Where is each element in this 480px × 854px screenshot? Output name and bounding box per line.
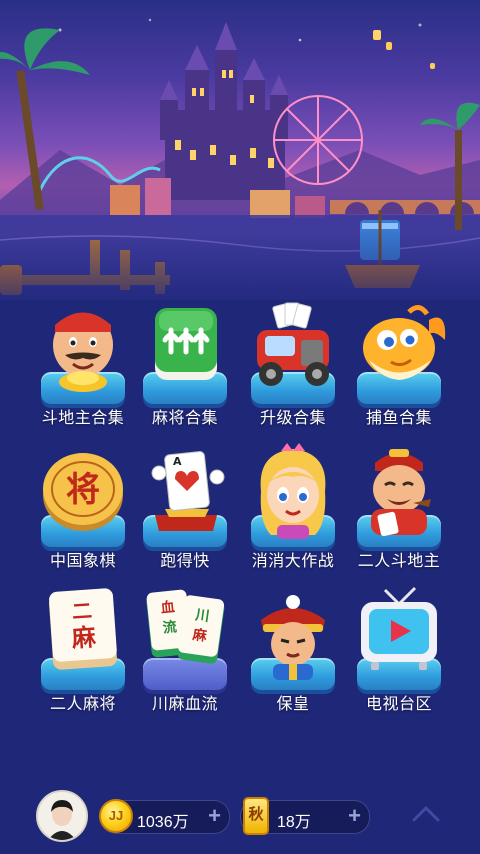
game-tile-tv-area[interactable]: 电视台区 [344, 586, 454, 716]
girl-match-icon [260, 443, 326, 539]
svg-text:川: 川 [193, 607, 210, 625]
svg-text:血: 血 [160, 598, 176, 616]
svg-text:流: 流 [162, 618, 178, 636]
jj-coin-icon: JJ [99, 799, 133, 833]
svg-text:将: 将 [66, 470, 100, 510]
emperor-guard-icon [261, 595, 325, 680]
chinese-chess-icon: 将 [43, 453, 123, 531]
game-label: 斗地主合集 [41, 410, 125, 427]
game-tile-two-player-mahjong[interactable]: 二 麻 二人麻将 [28, 586, 138, 716]
game-label: 跑得快 [160, 553, 210, 570]
game-label: 二人麻将 [49, 696, 116, 713]
game-label: 保皇 [276, 696, 310, 713]
game-tile-upgrade[interactable]: 升级合集 [238, 300, 348, 430]
two-player-landlord-icon [371, 449, 431, 537]
svg-text:二: 二 [71, 598, 93, 623]
goldfish-icon [363, 305, 446, 380]
sichuan-mahjong-icon: 血 流 川 麻 [146, 589, 225, 664]
expand-up-chevron-icon[interactable] [410, 802, 442, 826]
header-banner-scene [0, 0, 480, 300]
game-label: 升级合集 [259, 410, 326, 427]
two-player-mahjong-icon: 二 麻 [49, 588, 117, 670]
game-tile-mahjong[interactable]: 麻将合集 [130, 300, 240, 430]
bottom-status-bar: JJ 1036万 + 秋 18万 + [0, 780, 480, 854]
game-label: 中国象棋 [49, 553, 116, 570]
game-label: 消消大作战 [251, 553, 335, 570]
coin-balance-value: 1036万 [137, 814, 189, 831]
game-tile-chinese-chess[interactable]: 将 中国象棋 [28, 443, 138, 573]
game-label: 捕鱼合集 [365, 410, 432, 427]
game-label: 川麻血流 [151, 696, 218, 713]
game-label: 电视台区 [365, 696, 432, 713]
game-label: 麻将合集 [151, 410, 218, 427]
landlord-cards-icon [53, 312, 113, 392]
svg-text:麻: 麻 [70, 623, 98, 653]
game-tile-match-battle[interactable]: 消消大作战 [238, 443, 348, 573]
game-label: 二人斗地主 [357, 553, 441, 570]
coin-balance-pill[interactable]: JJ 1036万 + [99, 799, 230, 834]
add-cards-button[interactable]: + [348, 803, 361, 829]
game-tile-emperor-guard[interactable]: 保皇 [238, 586, 348, 716]
svg-text:A: A [173, 455, 182, 468]
mahjong-tile-icon [155, 308, 217, 380]
avatar-person-icon [38, 792, 86, 840]
game-tile-sichuan-mahjong[interactable]: 血 流 川 麻 川麻血流 [130, 586, 240, 716]
add-coins-button[interactable]: + [208, 803, 221, 829]
game-tile-running-card[interactable]: A 跑得快 [130, 443, 240, 573]
game-tile-landlord[interactable]: 斗地主合集 [28, 300, 138, 430]
game-grid: 斗地主合集 麻将合集 升级合集 捕鱼合集 将 中国象棋 A 跑得快 消消大作战 … [0, 300, 480, 730]
autumn-card-icon: 秋 [243, 797, 269, 835]
running-card-icon: A [151, 451, 225, 531]
game-tile-two-player-landlord[interactable]: 二人斗地主 [344, 443, 454, 573]
card-balance-pill[interactable]: 秋 18万 + [240, 797, 370, 835]
card-balance-value: 18万 [277, 814, 311, 831]
user-avatar[interactable] [36, 790, 88, 842]
card-car-icon [257, 302, 329, 386]
tv-area-icon [361, 586, 437, 670]
scene-fade-overlay [0, 230, 480, 300]
game-tile-fishing[interactable]: 捕鱼合集 [344, 300, 454, 430]
